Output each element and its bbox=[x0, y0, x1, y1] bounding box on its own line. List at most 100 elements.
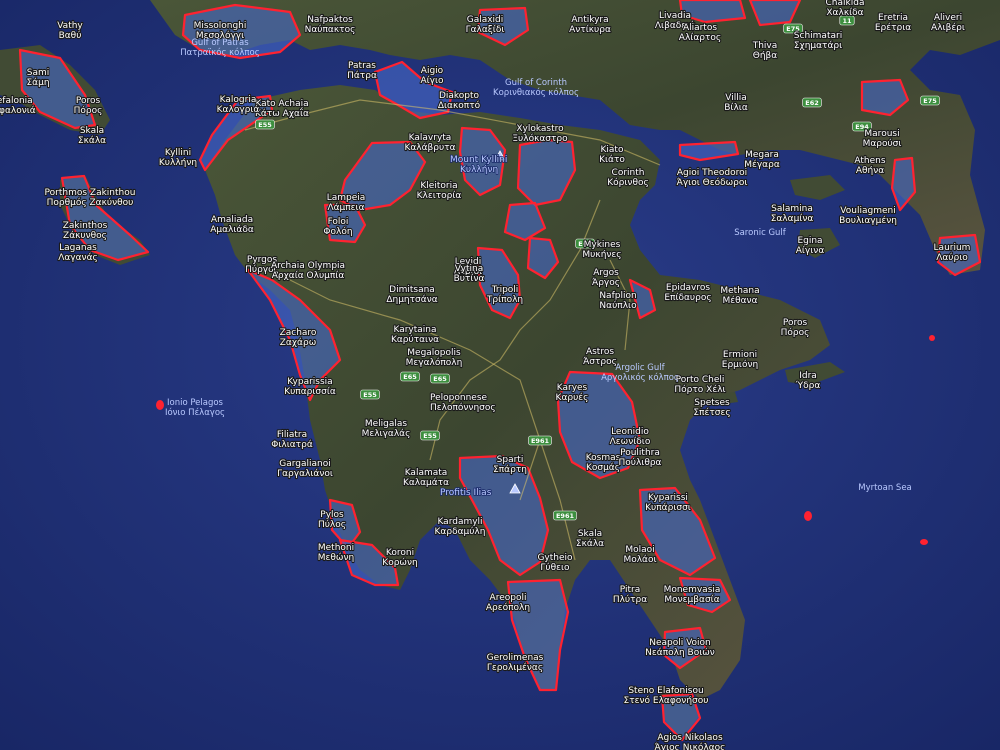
place-label-methoni[interactable]: MethoniΜεθώνη bbox=[317, 542, 356, 564]
place-label-astros[interactable]: AstrosΆστρος bbox=[582, 346, 618, 368]
place-label-thiva[interactable]: ThivaΘήβα bbox=[751, 40, 779, 62]
place-label-marousi[interactable]: MarousiΜαρούσι bbox=[861, 128, 902, 150]
place-label-kato-achaia[interactable]: Kato AchaiaΚάτω Αχαΐα bbox=[254, 98, 310, 120]
place-label-megalopolis[interactable]: MegalopolisΜεγαλόπολη bbox=[405, 347, 464, 369]
place-name-el: Ξυλόκαστρο bbox=[512, 133, 568, 144]
place-label-galaxidi[interactable]: GalaxidiΓαλαξίδι bbox=[464, 14, 505, 36]
place-label-molaoi[interactable]: MolaoiΜολάοι bbox=[622, 544, 657, 566]
place-label-ermioni[interactable]: ErmioniΕρμιόνη bbox=[721, 349, 760, 371]
place-label-idra[interactable]: IdraΎδρα bbox=[794, 370, 822, 392]
place-label-diakopto[interactable]: DiakoptoΔιακοπτό bbox=[437, 90, 482, 112]
place-label-foloi[interactable]: FoloiΦολόη bbox=[322, 216, 353, 238]
place-name-el: Λαγανάς bbox=[58, 253, 98, 263]
place-label-kardamyli[interactable]: KardamyliΚαρδαμύλη bbox=[433, 516, 486, 538]
place-label-filiatra[interactable]: FiliatraΦιλιατρά bbox=[270, 429, 314, 451]
place-label-zacharo[interactable]: ZacharoΖαχάρω bbox=[278, 327, 318, 349]
place-label-vytina[interactable]: VytinaΒυτίνα bbox=[452, 263, 485, 285]
place-label-eretria[interactable]: EretriaΕρέτρια bbox=[874, 12, 913, 34]
place-name-el: Άστρος bbox=[583, 357, 617, 367]
place-label-karyes[interactable]: KaryesΚαρυές bbox=[554, 382, 589, 404]
place-label-salamina[interactable]: SalaminaΣαλαμίνα bbox=[770, 203, 815, 225]
place-label-athens[interactable]: AthensΑθήνα bbox=[853, 155, 887, 177]
place-label-sparti[interactable]: SpartiΣπάρτη bbox=[492, 454, 528, 476]
place-label-agios-nikolaos[interactable]: Agios NikolaosΆγιος Νικόλαος bbox=[653, 732, 726, 750]
place-label-kalogria[interactable]: KalogriaΚαλογριά bbox=[216, 94, 261, 116]
place-label-corinth[interactable]: CorinthΚόρινθος bbox=[606, 167, 650, 189]
place-label-amaliada[interactable]: AmaliadaΑμαλιάδα bbox=[209, 214, 255, 236]
place-label-lavrio[interactable]: LauriumΛαύριο bbox=[932, 242, 971, 264]
place-label-pylos[interactable]: PylosΠύλος bbox=[317, 509, 347, 531]
place-label-spetses[interactable]: SpetsesΣπέτσες bbox=[692, 397, 731, 419]
place-label-areopoli[interactable]: AreopoliΑρεόπολη bbox=[485, 592, 531, 614]
place-label-egina[interactable]: EginaΑίγινα bbox=[795, 235, 826, 257]
place-label-koroni[interactable]: KoroniΚορώνη bbox=[381, 547, 419, 569]
place-label-aliartos[interactable]: AliartosΑλίαρτος bbox=[678, 22, 723, 44]
place-label-meligalas[interactable]: MeligalasΜελιγαλάς bbox=[360, 418, 411, 440]
road-badge-label: E55 bbox=[258, 121, 272, 129]
place-name-el: Αντίκυρα bbox=[569, 25, 611, 35]
place-name-el: Μέθανα bbox=[722, 295, 757, 306]
place-label-zakinthos[interactable]: ZakinthosΖάκυνθος bbox=[62, 220, 109, 242]
place-label-kalavryta[interactable]: KalavrytaΚαλάβρυτα bbox=[403, 132, 456, 154]
satellite-map[interactable]: E55 E65 E65 E65 E55 E55 E961 E961 11 E75 E62 E94 E75… bbox=[0, 0, 1000, 750]
place-name-el: Πόρος bbox=[781, 327, 810, 338]
place-label-methana[interactable]: MethanaΜέθανα bbox=[719, 285, 760, 307]
place-label-chalkida[interactable]: ChalkidaΧαλκίδα bbox=[824, 0, 865, 19]
place-label-gerolimenas[interactable]: GerolimenasΓερολιμένας bbox=[486, 652, 545, 674]
place-label-archaia-olympia[interactable]: Archaia OlympiaΑρχαία Ολυμπία bbox=[270, 260, 346, 282]
place-name-en: Poros bbox=[76, 96, 101, 106]
place-label-antikyra[interactable]: AntikyraΑντίκυρα bbox=[568, 14, 612, 36]
place-label-vouliagmeni[interactable]: VouliagmeniΒουλιαγμένη bbox=[838, 205, 898, 227]
place-label-skala-kef[interactable]: SkalaΣκάλα bbox=[77, 125, 107, 147]
place-name-en: Agioi Theodoroi bbox=[677, 168, 747, 178]
place-name-en: Lampeia bbox=[327, 193, 366, 203]
place-label-gytheio[interactable]: GytheioΓύθειο bbox=[536, 552, 574, 574]
place-label-xylokastro[interactable]: XylokastroΞυλόκαστρο bbox=[511, 123, 569, 145]
place-label-aigio[interactable]: AigioΑίγιο bbox=[419, 65, 445, 87]
place-label-kyparissi[interactable]: KyparissiΚυπάρισσι bbox=[644, 492, 692, 514]
place-label-porto-cheli[interactable]: Porto CheliΠόρτο Χέλι bbox=[673, 374, 726, 396]
sea-label-gulf-patras: Gulf of PatrasΠατραϊκός κόλπος bbox=[180, 38, 259, 58]
place-label-poros[interactable]: PorosΠόρος bbox=[780, 317, 811, 339]
place-label-porthmos[interactable]: Porthmos ZakinthouΠορθμός Ζακύνθου bbox=[43, 187, 136, 209]
place-label-kefalonia[interactable]: KefaloniaΚεφαλονιά bbox=[0, 95, 37, 117]
place-label-monemvasia[interactable]: MonemvasiaΜονεμβασία bbox=[662, 584, 721, 606]
place-name-el: Κλειτορία bbox=[417, 191, 462, 201]
place-label-laganas[interactable]: LaganasΛαγανάς bbox=[57, 242, 99, 264]
place-label-mykines[interactable]: MykinesΜυκήνες bbox=[581, 239, 622, 261]
place-label-poros-kef[interactable]: PorosΠόρος bbox=[73, 95, 104, 117]
place-label-nafplion[interactable]: NafplionΝαύπλιο bbox=[598, 290, 638, 312]
place-label-karytaina[interactable]: KarytainaΚαρύταινα bbox=[390, 324, 440, 346]
place-label-tripoli[interactable]: TripoliΤρίπολη bbox=[485, 284, 524, 306]
place-label-kleitoria[interactable]: KleitoriaΚλειτορία bbox=[416, 180, 463, 202]
place-name-en: Kosmas bbox=[586, 453, 621, 463]
place-label-sami[interactable]: SamiΣάμη bbox=[25, 67, 50, 89]
place-label-neapoli-voion[interactable]: Neapoli VoionΝεάπολη Βοιών bbox=[644, 637, 716, 659]
place-label-nafpaktos[interactable]: NafpaktosΝαύπακτος bbox=[304, 14, 357, 36]
place-label-skala[interactable]: SkalaΣκάλα bbox=[575, 528, 605, 550]
place-label-megara[interactable]: MegaraΜέγαρα bbox=[743, 149, 781, 171]
place-label-vathy[interactable]: VathyΒαθύ bbox=[56, 20, 84, 42]
place-label-argos[interactable]: ArgosΆργος bbox=[591, 267, 621, 289]
place-label-steno-elafonisou[interactable]: Steno ElafonisouΣτενό Ελαφονήσου bbox=[622, 685, 709, 707]
place-label-patras[interactable]: PatrasΠάτρα bbox=[346, 60, 378, 82]
place-name-el: Κορώνη bbox=[382, 557, 417, 568]
place-label-gargalianoi[interactable]: GargalianoiΓαργαλιάνοι bbox=[276, 458, 334, 480]
place-label-lampeia[interactable]: LampeiaΛάμπεια bbox=[326, 192, 367, 214]
place-label-kosmas[interactable]: KosmasΚοσμάς bbox=[585, 452, 622, 474]
place-label-kalamata[interactable]: KalamataΚαλαμάτα bbox=[402, 467, 450, 489]
place-name-el: Ζάκυνθος bbox=[63, 231, 107, 241]
place-label-poulithra[interactable]: PoulithraΠούλιθρα bbox=[617, 447, 662, 469]
place-label-dimitsana[interactable]: DimitsanaΔημητσάνα bbox=[385, 284, 439, 306]
road-badge-label: E961 bbox=[556, 512, 574, 520]
place-name-en: Dimitsana bbox=[389, 285, 435, 295]
place-label-villia[interactable]: VilliaΒίλια bbox=[723, 92, 749, 114]
place-label-kiato[interactable]: KiatoΚιάτο bbox=[598, 144, 626, 166]
place-label-kyparissia[interactable]: KyparissiaΚυπαρισσία bbox=[283, 376, 337, 398]
place-label-leonidio[interactable]: LeonidioΛεωνίδιο bbox=[609, 426, 652, 448]
place-label-aliveri[interactable]: AliveriΑλιβέρι bbox=[930, 12, 966, 34]
place-label-epidavros[interactable]: EpidavrosΕπίδαυρος bbox=[663, 282, 713, 304]
place-name-en: Nafpaktos bbox=[307, 15, 353, 25]
place-label-agioi-theodoroi[interactable]: Agioi TheodoroiΆγιοι Θεόδωροι bbox=[676, 167, 749, 189]
place-label-schimatari[interactable]: SchimatariΣχηματάρι bbox=[793, 30, 844, 52]
